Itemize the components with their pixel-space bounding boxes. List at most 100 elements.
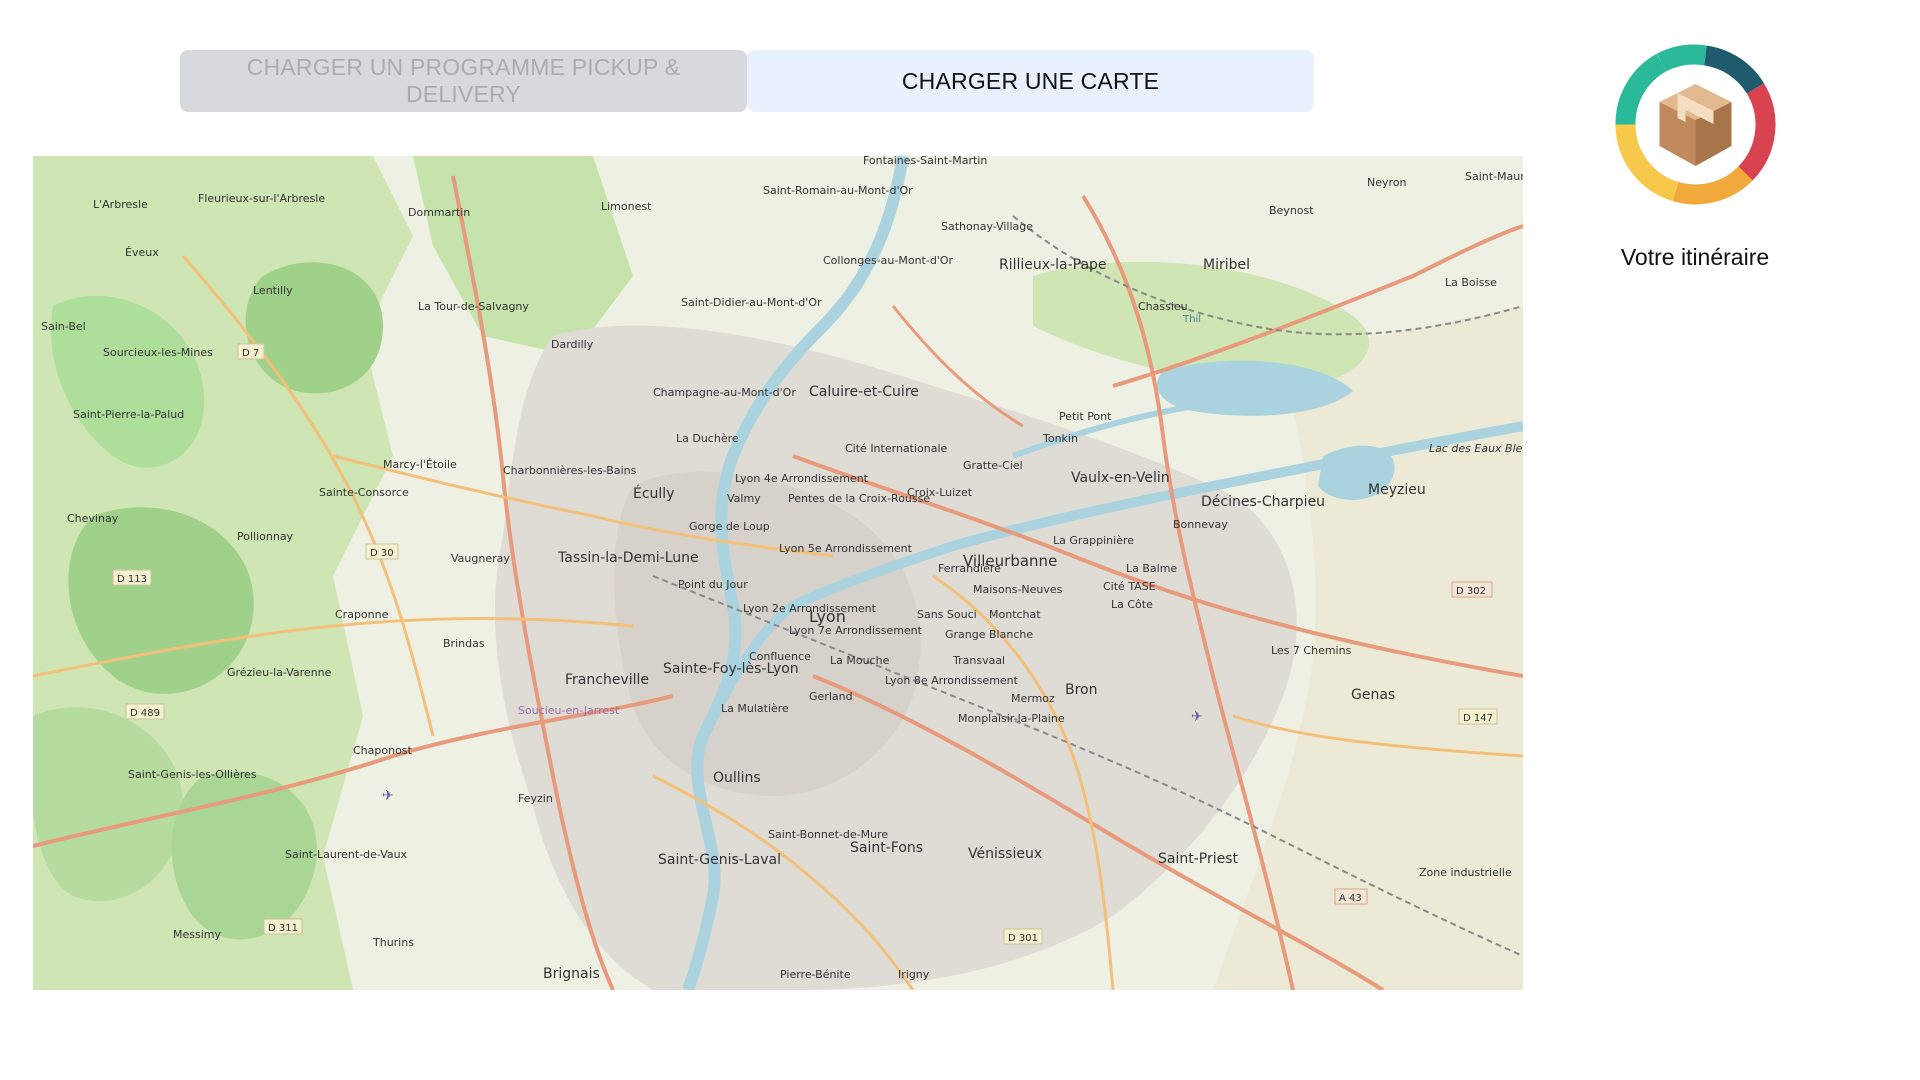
toolbar: CHARGER UN PROGRAMME PICKUP & DELIVERY C… xyxy=(180,50,1314,112)
map-label: Mermoz xyxy=(1011,692,1055,705)
road-shield: D 7 xyxy=(237,343,265,360)
road-shield: D 311 xyxy=(263,918,303,935)
map-label: Gerland xyxy=(809,690,853,703)
map-label-bron: Bron xyxy=(1065,682,1098,698)
map-label: Lyon 2e Arrondissement xyxy=(743,602,877,615)
svg-text:D 301: D 301 xyxy=(1008,933,1038,944)
map-label: Neyron xyxy=(1367,176,1407,189)
map-label-miribel: Miribel xyxy=(1203,257,1250,273)
map-label-decines-charpieu: Décines-Charpieu xyxy=(1201,494,1325,510)
map-label: Champagne-au-Mont-d'Or xyxy=(653,386,796,399)
road-shield: D 489 xyxy=(125,703,165,720)
map-label: Soucieu-en-Jarrest xyxy=(518,704,620,717)
svg-text:D 311: D 311 xyxy=(268,923,298,934)
map-label: La Boisse xyxy=(1445,276,1497,289)
map-label-rillieux-la-pape: Rillieux-la-Pape xyxy=(999,257,1107,273)
map-label: Irigny xyxy=(898,968,930,981)
map-label: Point du Jour xyxy=(678,578,748,591)
map-label: Beynost xyxy=(1269,204,1314,217)
map-label: La Mouche xyxy=(830,654,890,667)
map-label: Maisons-Neuves xyxy=(973,583,1063,596)
svg-text:D 489: D 489 xyxy=(130,708,160,719)
map-label: Lyon 5e Arrondissement xyxy=(779,542,913,555)
map-label: Sain-Bel xyxy=(41,320,86,333)
map-label: Lac des Eaux Bleues xyxy=(1429,442,1523,455)
svg-text:D 113: D 113 xyxy=(117,574,147,585)
airport-icon-bron: ✈ xyxy=(1191,708,1203,724)
svg-text:A 43: A 43 xyxy=(1339,893,1362,904)
map-label: Pollionnay xyxy=(237,530,294,543)
svg-text:D 30: D 30 xyxy=(370,548,394,559)
airport-icon-brindas: ✈ xyxy=(382,787,394,803)
map-label: Lyon 4e Arrondissement xyxy=(735,472,869,485)
map-label: Grange Blanche xyxy=(945,628,1033,641)
map-label-venissieux: Vénissieux xyxy=(968,846,1042,862)
map-label-saint-priest: Saint-Priest xyxy=(1158,851,1239,867)
map-label: Sathonay-Village xyxy=(941,220,1033,233)
road-shield: D 301 xyxy=(1003,928,1043,945)
map-label: Saint-Laurent-de-Vaux xyxy=(285,848,408,861)
map-label: Petit Pont xyxy=(1059,410,1112,423)
map-label: Bonnevay xyxy=(1173,518,1228,531)
map-label: Dardilly xyxy=(551,338,594,351)
map-label: Marcy-l'Étoile xyxy=(383,458,457,471)
map-label-caluire-et-cuire: Caluire-et-Cuire xyxy=(809,384,919,400)
map-label-ecully: Écully xyxy=(633,485,674,502)
map-label: Craponne xyxy=(335,608,389,621)
map-label: Charbonnières-les-Bains xyxy=(503,464,637,477)
load-map-button[interactable]: CHARGER UNE CARTE xyxy=(747,50,1314,112)
map-view[interactable]: ✈ ✈ Lyon Villeurbanne Vénissieux Saint-P… xyxy=(33,156,1523,990)
map-label-meyzieu: Meyzieu xyxy=(1368,482,1426,498)
map-label: Messimy xyxy=(173,928,221,941)
map-label-francheville: Francheville xyxy=(565,672,649,688)
map-label: Lentilly xyxy=(253,284,293,297)
map-label-genas: Genas xyxy=(1351,687,1395,703)
map-label: Cité Internationale xyxy=(845,442,948,455)
map-label: Lyon 8e Arrondissement xyxy=(885,674,1019,687)
road-shield: D 302 xyxy=(1451,581,1493,598)
map-label: La Tour-de-Salvagny xyxy=(418,300,529,313)
road-shield: D 113 xyxy=(112,569,152,586)
map-label: Valmy xyxy=(727,492,761,505)
map-label: Collonges-au-Mont-d'Or xyxy=(823,254,953,267)
svg-text:D 302: D 302 xyxy=(1456,586,1486,597)
map-label: Cité TASE xyxy=(1103,580,1156,593)
map-label: Croix-Luizet xyxy=(907,486,973,499)
road-shield: D 30 xyxy=(365,543,399,560)
map-label: Tonkin xyxy=(1042,432,1078,445)
map-label-brignais: Brignais xyxy=(543,966,600,982)
map-canvas[interactable]: ✈ ✈ Lyon Villeurbanne Vénissieux Saint-P… xyxy=(33,156,1523,990)
load-program-button[interactable]: CHARGER UN PROGRAMME PICKUP & DELIVERY xyxy=(180,50,747,112)
road-shield: A 43 xyxy=(1334,888,1368,905)
map-label: La Côte xyxy=(1111,598,1153,611)
map-label: Gorge de Loup xyxy=(689,520,770,533)
map-label: L'Arbresle xyxy=(93,198,148,211)
map-label-sainte-foy-les-lyon: Sainte-Foy-lès-Lyon xyxy=(663,661,799,677)
map-label: Thil xyxy=(1182,314,1201,325)
map-label: Fontaines-Saint-Martin xyxy=(863,156,987,167)
map-label: Feyzin xyxy=(518,792,553,805)
svg-text:D 7: D 7 xyxy=(242,348,259,359)
package-box-icon xyxy=(1615,44,1776,205)
map-label: La Grappinière xyxy=(1053,534,1134,547)
map-label-oullins: Oullins xyxy=(713,770,761,786)
map-label: Lyon 7e Arrondissement xyxy=(789,624,923,637)
map-label: Sainte-Consorce xyxy=(319,486,409,499)
map-label: Gratte-Ciel xyxy=(963,459,1023,472)
map-label: Saint-Bonnet-de-Mure xyxy=(768,828,888,841)
map-label: Saint-Genis-les-Ollières xyxy=(128,768,257,781)
map-label: Transvaal xyxy=(952,654,1005,667)
map-label: Éveux xyxy=(125,246,159,259)
map-label: Dommartin xyxy=(408,206,470,219)
map-label-saint-fons: Saint-Fons xyxy=(850,840,923,856)
map-label: Fleurieux-sur-l'Arbresle xyxy=(198,192,325,205)
map-label-tassin-la-demi-lune: Tassin-la-Demi-Lune xyxy=(557,550,699,566)
itinerary-caption: Votre itinéraire xyxy=(1620,244,1770,270)
map-label: Limonest xyxy=(601,200,652,213)
map-label: Pierre-Bénite xyxy=(780,968,851,981)
map-label-vaulx-en-velin: Vaulx-en-Velin xyxy=(1071,470,1170,486)
map-label: La Mulatière xyxy=(721,702,789,715)
map-label: Ferrandière xyxy=(938,562,1001,575)
map-label: Chassieu xyxy=(1138,300,1188,313)
map-label: Brindas xyxy=(443,637,485,650)
